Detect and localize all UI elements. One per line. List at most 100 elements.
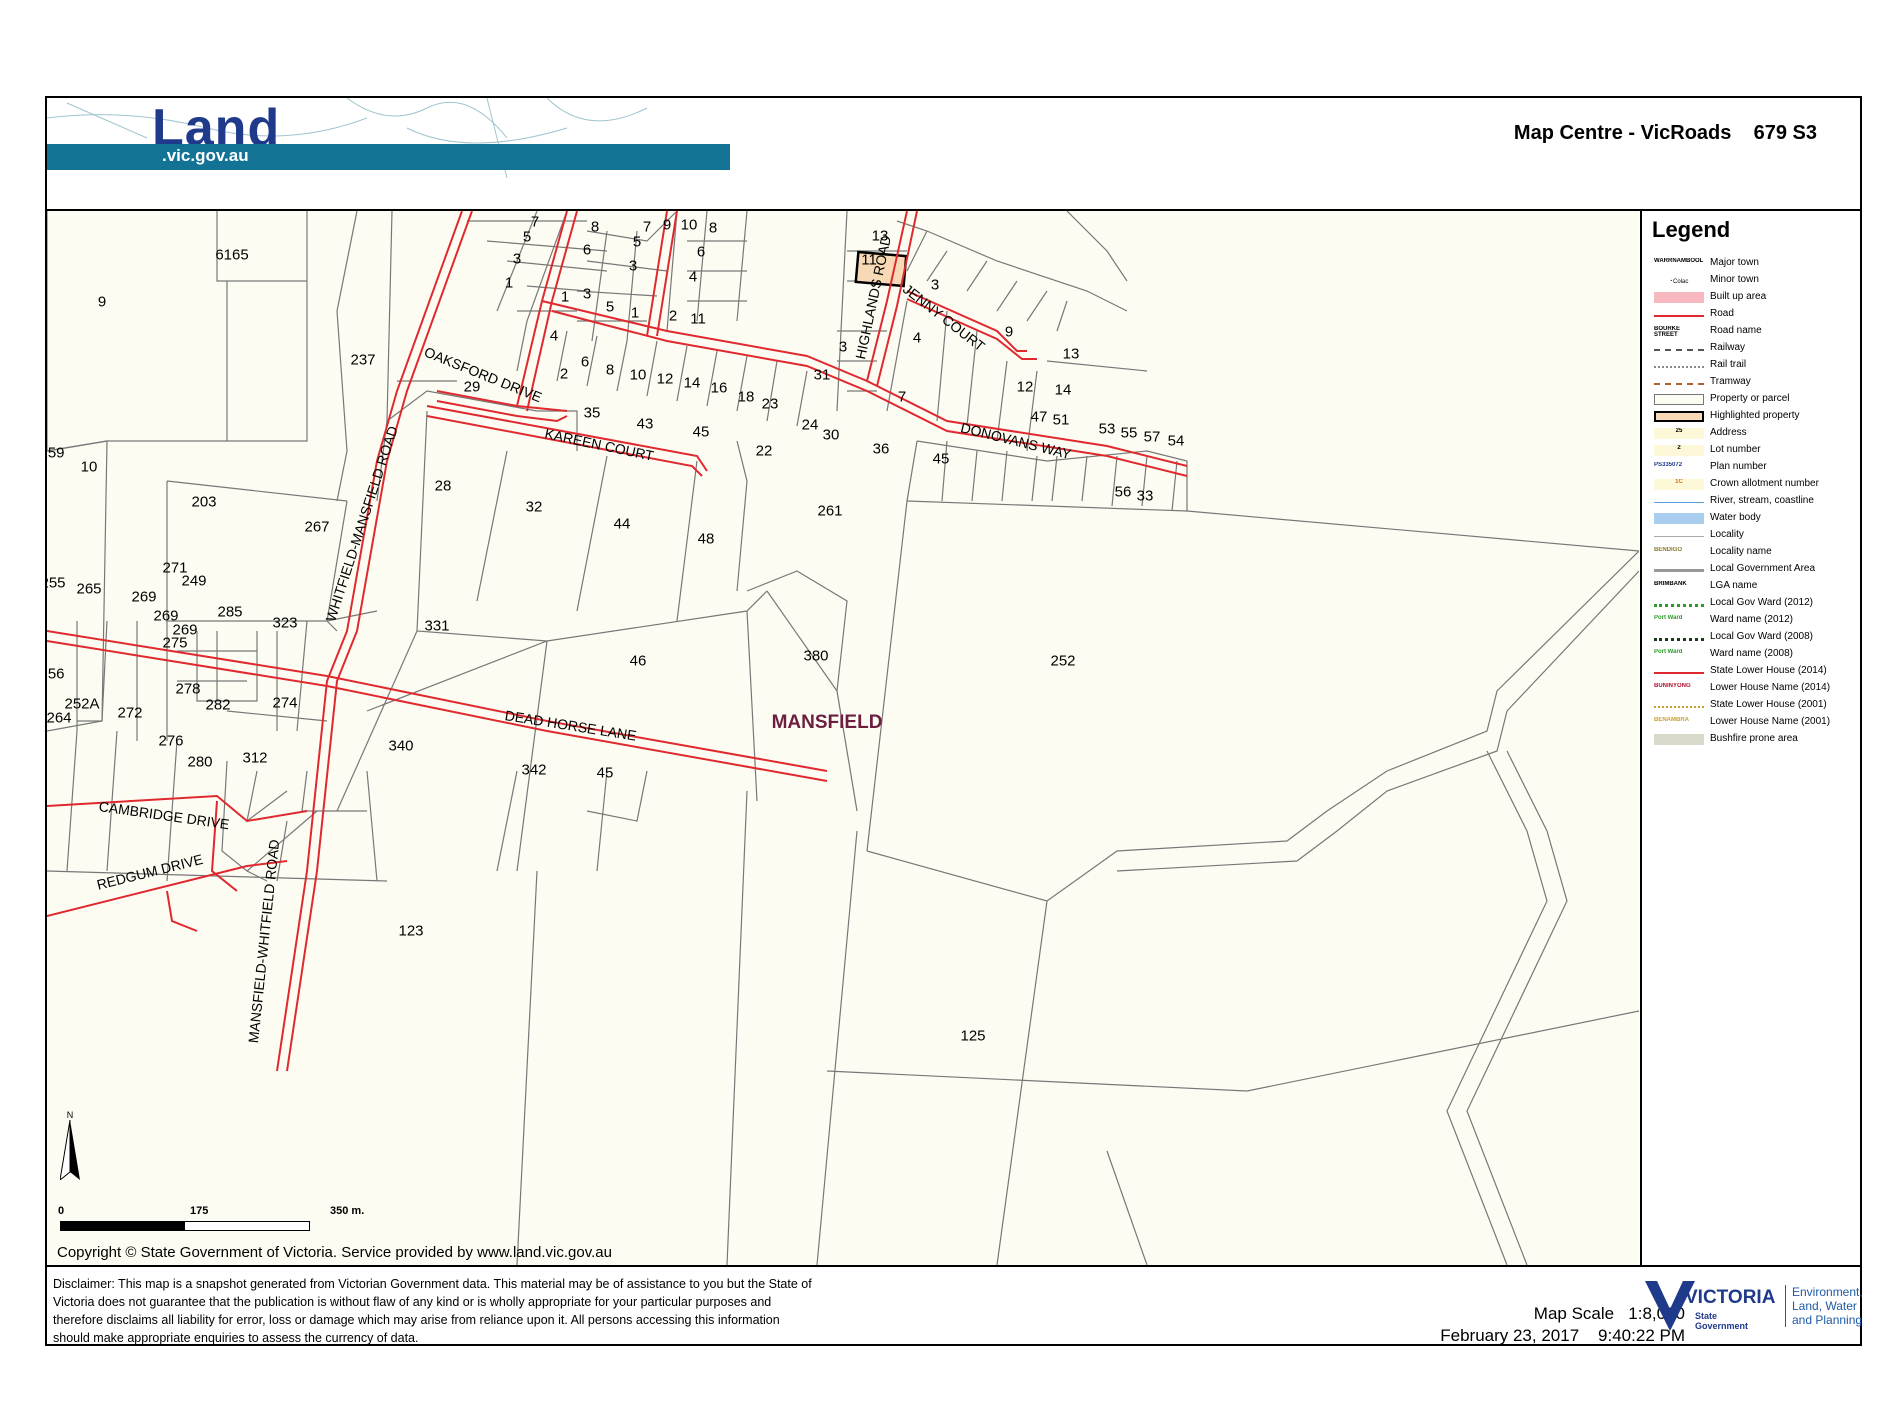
legend-title: Legend [1652, 217, 1731, 242]
legend-item: Water body [1654, 512, 1854, 526]
legend-symbol [1654, 513, 1704, 524]
address-label: 33 [1136, 487, 1154, 505]
victoria-logo-sub: State Government [1695, 1311, 1749, 1331]
legend-symbol [1654, 700, 1704, 708]
address-label: 280 [187, 753, 213, 771]
address-label: 36 [872, 440, 890, 458]
address-label: 45 [596, 764, 614, 782]
legend-item: BRIMBANK LGA name [1654, 580, 1854, 594]
address-label: 265 [76, 580, 102, 598]
address-label: 331 [424, 617, 450, 635]
address-label: 10 [680, 216, 698, 234]
legend-item: BUNINYONG Lower House Name (2014) [1654, 682, 1854, 696]
legend-symbol: ·Colac [1669, 275, 1689, 286]
address-label: 323 [272, 614, 298, 632]
legend-item: Locality [1654, 529, 1854, 543]
legend-label: Lot number [1710, 444, 1761, 455]
address-label: 259 [47, 444, 65, 462]
address-label: 9 [1004, 323, 1014, 341]
victoria-logo-text: VICTORIA [1685, 1287, 1776, 1308]
address-label: 16 [710, 379, 728, 397]
address-label: 12 [656, 370, 674, 388]
legend-label: Address [1710, 427, 1747, 438]
address-label: 7 [642, 218, 652, 236]
address-label: 22 [755, 442, 773, 460]
address-label: 48 [697, 530, 715, 548]
disclaimer-text: Disclaimer: This map is a snapshot gener… [53, 1277, 812, 1345]
address-label: 272 [117, 704, 143, 722]
address-label: 237 [350, 351, 376, 369]
north-arrow: N [59, 1110, 80, 1185]
legend-symbol: BUNINYONG [1654, 683, 1691, 689]
address-label: 56 [1114, 483, 1132, 501]
address-label: 10 [80, 458, 98, 476]
legend-symbol [1654, 666, 1704, 674]
address-label: 249 [181, 572, 207, 590]
map-datetime: February 23, 2017 9:40:22 PM [1440, 1326, 1685, 1345]
legend-label: LGA name [1710, 580, 1758, 591]
address-label: 285 [217, 603, 243, 621]
map-canvas[interactable]: 7 5 3 1 8 6 3 1 5 7 5 3 1 9 10 8 6 4 2 1… [47, 211, 1639, 1265]
legend-label: Major town [1710, 257, 1759, 268]
logo-sub-text: .vic.gov.au [162, 146, 249, 165]
address-label: 340 [388, 737, 414, 755]
legend-label: Rail trail [1710, 359, 1747, 370]
road-network [47, 211, 1188, 1072]
legend-item: Highlighted property [1654, 410, 1854, 424]
north-label: N [66, 1110, 74, 1120]
legend-item: Property or parcel [1654, 393, 1854, 407]
address-label: 255 [47, 574, 66, 592]
address-label: 4 [688, 268, 698, 286]
legend-item: 2 Lot number [1654, 444, 1854, 458]
legend-symbol: BENDIGO [1654, 547, 1683, 553]
address-label: 45 [692, 423, 710, 441]
address-label: 125 [960, 1027, 986, 1045]
legend-symbol: Port Ward [1654, 649, 1683, 655]
map-scale-info: Map Scale 1:8,000 February 23, 2017 9:40… [1355, 1303, 1685, 1347]
footer: Disclaimer: This map is a snapshot gener… [45, 1265, 1863, 1347]
legend-symbol: WARRNAMBOOL [1654, 258, 1704, 264]
address-label: 380 [803, 647, 829, 665]
address-label: 278 [175, 680, 201, 698]
legend-label: Road name [1710, 325, 1762, 336]
legend-label: Built up area [1710, 291, 1767, 302]
legend-label: Water body [1710, 512, 1761, 523]
legend-symbol [1654, 530, 1704, 537]
legend-label: Local Government Area [1710, 563, 1816, 574]
legend-symbol [1654, 496, 1704, 503]
legend-label: State Lower House (2014) [1710, 665, 1827, 676]
legend-item: BENAMBRA Lower House Name (2001) [1654, 716, 1854, 730]
address-label: 203 [191, 493, 217, 511]
address-label: 2 [559, 365, 569, 383]
address-label: 12 [1016, 378, 1034, 396]
legend-item: Rail trail [1654, 359, 1854, 373]
address-label: 282 [205, 696, 231, 714]
address-label: 3 [628, 257, 638, 275]
land-logo[interactable]: Land .vic.gov.au [47, 98, 747, 178]
legend-label: State Lower House (2001) [1710, 699, 1827, 710]
address-label: 51 [1052, 411, 1070, 429]
legend-symbol: BOURKE STREET [1654, 326, 1681, 337]
address-label: 43 [636, 415, 654, 433]
address-label: 9 [662, 216, 672, 234]
legend-item: ·Colac Minor town [1654, 274, 1854, 288]
legend-label: Crown allotment number [1710, 478, 1819, 489]
address-label: 24 [801, 416, 819, 434]
victoria-logo[interactable]: VICTORIA State Government [1645, 1273, 1775, 1338]
address-label: 6 [582, 241, 592, 259]
address-label: 3 [838, 338, 848, 356]
address-label: 57 [1143, 428, 1161, 446]
address-label: 10 [629, 366, 647, 384]
address-label: 275 [162, 634, 188, 652]
address-label: 7 [530, 213, 540, 231]
address-label: 45 [932, 450, 950, 468]
address-label: 264 [47, 709, 72, 727]
address-label: 9 [97, 293, 107, 311]
address-label: 269 [131, 588, 157, 606]
legend-item: BENDIGO Locality name [1654, 546, 1854, 560]
scale-mid: 175 [190, 1205, 209, 1217]
header: Land .vic.gov.au Map Centre - VicRoads 6… [45, 96, 1862, 211]
address-label: 267 [304, 518, 330, 536]
map-drawing [47, 211, 1639, 1265]
address-label: 4 [912, 329, 922, 347]
